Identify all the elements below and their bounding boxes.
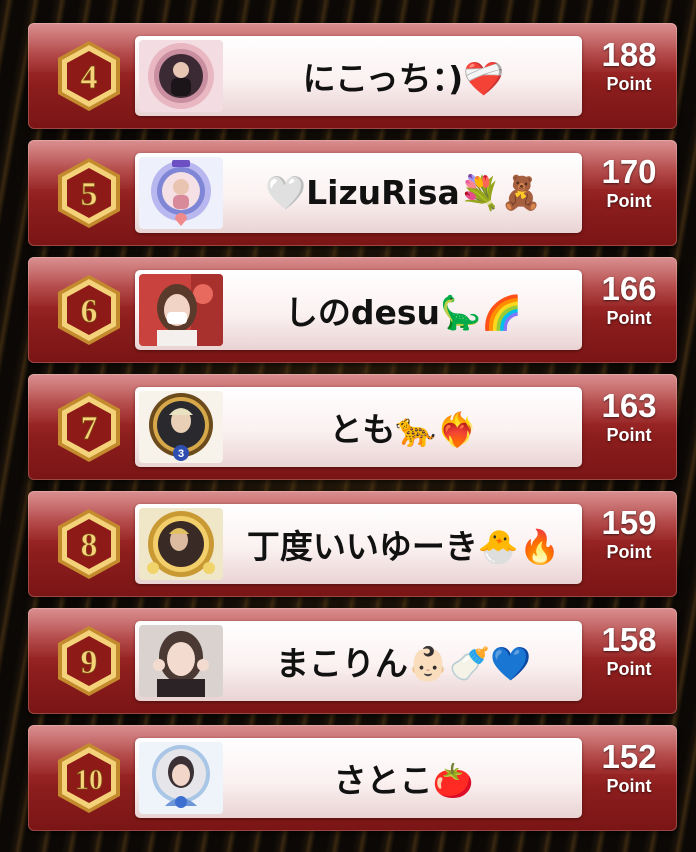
rank-badge: 5 [56,157,122,229]
ranking-list: 4 にこっち：)❤️‍🩹 188 Point [0,0,696,852]
ranking-row[interactable]: 9 まこりん👶🏻🍼💙 158 Point [28,608,677,714]
user-card[interactable]: 丁度いいゆーき🐣🔥 [135,504,582,584]
ranking-row[interactable]: 6 しのdesu🦕🌈 166 Point [28,257,677,363]
score: 163 Point [588,388,670,446]
user-card[interactable]: にこっち：)❤️‍🩹 [135,36,582,116]
user-name: 🤍LizuRisa💐🧸 [265,173,542,212]
user-card[interactable]: しのdesu🦕🌈 [135,270,582,350]
rank-number: 7 [81,410,98,447]
score-value: 166 [601,270,657,307]
rank-number: 6 [81,293,98,330]
user-name: まこりん👶🏻🍼💙 [275,644,532,683]
score-value: 158 [601,621,657,658]
user-name: 丁度いいゆーき🐣🔥 [246,527,561,566]
svg-text:3: 3 [178,448,184,460]
avatar-gold-ring-icon: 3 [139,391,223,463]
user-name: さとこ🍅 [333,761,474,800]
user-name: とも🐆❤️‍🔥 [329,410,478,449]
score-unit: Point [606,308,652,328]
user-card[interactable]: 3 とも🐆❤️‍🔥 [135,387,582,467]
rank-number: 9 [81,644,98,681]
rank-badge: 9 [56,625,122,697]
avatar-gold-frame-icon [139,508,223,580]
score: 152 Point [588,739,670,797]
score: 188 Point [588,37,670,95]
avatar-pink-frame-icon [139,40,223,112]
user-name: しのdesu🦕🌈 [284,293,523,332]
user-card[interactable]: さとこ🍅 [135,738,582,818]
avatar-photo-icon [139,274,223,346]
rank-badge: 4 [56,40,122,112]
user-card[interactable]: 🤍LizuRisa💐🧸 [135,153,582,233]
rank-number: 10 [75,765,103,796]
score-unit: Point [606,542,652,562]
ranking-row[interactable]: 4 にこっち：)❤️‍🩹 188 Point [28,23,677,129]
user-name: にこっち：)❤️‍🩹 [302,59,505,98]
score: 159 Point [588,505,670,563]
ranking-row[interactable]: 7 3 とも🐆❤️‍🔥 163 Point [28,374,677,480]
score-value: 188 [601,36,657,73]
avatar-vip-frame-icon [139,157,223,229]
user-card[interactable]: まこりん👶🏻🍼💙 [135,621,582,701]
score-unit: Point [606,776,652,796]
score-value: 152 [601,738,657,775]
rank-badge: 6 [56,274,122,346]
score: 166 Point [588,271,670,329]
rank-badge: 7 [56,391,122,463]
score-unit: Point [606,191,652,211]
avatar-blue-frame-icon [139,742,223,814]
rank-number: 5 [81,176,98,213]
rank-badge: 8 [56,508,122,580]
score-unit: Point [606,425,652,445]
score: 158 Point [588,622,670,680]
ranking-row[interactable]: 5 🤍LizuRisa💐🧸 170 Point [28,140,677,246]
score-value: 170 [601,153,657,190]
rank-number: 8 [81,527,98,564]
score-value: 159 [601,504,657,541]
score-value: 163 [601,387,657,424]
score-unit: Point [606,659,652,679]
rank-number: 4 [81,59,98,96]
ranking-row[interactable]: 8 丁度いいゆーき🐣🔥 159 Point [28,491,677,597]
score-unit: Point [606,74,652,94]
score: 170 Point [588,154,670,212]
ranking-row[interactable]: 10 さとこ🍅 152 Point [28,725,677,831]
avatar-photo-icon [139,625,223,697]
rank-badge: 10 [56,742,122,814]
